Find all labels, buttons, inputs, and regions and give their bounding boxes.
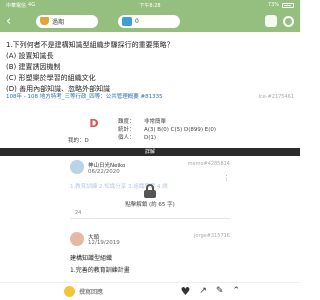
back-icon[interactable]: ‹ [6,15,16,28]
gear-icon[interactable] [283,15,294,27]
difficulty-value: 非常簡單 [144,119,167,125]
bottom-bar: 撰寫回應 ♥ ↗ ✎ ⌃ [0,282,300,300]
likes-count: 24 [75,210,82,216]
question-tags-link[interactable]: 108年 - 108 地方特考_三等行政_四等：公共管理概要 #81335 [6,94,226,101]
level-label: 過期 [52,18,65,26]
option-b[interactable]: (B) 建置誘因機制 [6,62,294,73]
status-bar: 中華電信 4G 下午8:28 73% [0,0,300,10]
gem-pill[interactable]: 0 [118,14,180,28]
avatar[interactable] [70,160,84,174]
gem-count: 0 [135,17,139,25]
clock: 下午8:28 [139,2,161,9]
emoji-icon[interactable] [64,286,75,297]
stats-panel: D 我的：D 難度： 非常簡單 統計： A(3) B(0) C(5) D(899) … [0,114,300,146]
level-pill[interactable]: 過期 [36,14,98,28]
my-answer: 我的：D [68,138,89,144]
personal-value: D(1) [144,135,157,141]
post-date: 12/19/2019 [88,240,120,246]
answer-line-2: 1.完善的教育訓練計畫 [70,267,130,274]
controller-icon[interactable] [265,15,277,27]
chevron-up-icon[interactable]: ⌃ [232,287,240,296]
post-username[interactable]: 神山日光Neiko [88,161,125,169]
question-id: Ice-#2175461 [258,94,294,100]
stats-key: 統計： [118,127,135,133]
nav-bar: ‹ 過期 0 [0,10,300,32]
battery-icon [282,2,294,8]
personal-key: 個人： [118,135,135,141]
difficulty-key: 難度： [118,119,135,125]
stats-value: A(3) B(0) C(5) D(899) E(0) [144,127,217,133]
answer-line-1: 建構知識型組織 [70,255,113,262]
avatar[interactable] [70,232,84,246]
post-divider [70,218,230,219]
stat-grid: 難度： 非常簡單 統計： A(3) B(0) C(5) D(899) E(0) 個人… [118,118,216,142]
post-id: memo#4285814 [187,161,230,167]
post-date: 06/22/2020 [88,169,120,175]
option-a[interactable]: (A) 設置知識長 [6,51,294,62]
unlock-button[interactable]: 點擊解鎖 (約 65 字) [0,200,300,208]
write-reply-button[interactable]: 撰寫回應 [79,287,103,296]
share-icon[interactable]: ↗ [199,287,207,296]
more-icon[interactable]: ⋮ [223,174,230,182]
explanation-section-bar: 詳解 [0,148,300,156]
grade-box: D [86,117,102,131]
trophy-icon [40,17,49,25]
post-id: jorge#315716 [194,233,230,239]
edit-icon[interactable]: ✎ [216,287,224,296]
question-block: 1.下列何者不是建構知識型組織步驟採行的重要策略？ (A) 設置知識長 (B) … [6,40,294,95]
question-title: 1.下列何者不是建構知識型組織步驟採行的重要策略？ [6,41,174,49]
option-c[interactable]: (C) 形塑樂於學習的組織文化 [6,73,294,84]
lock-icon[interactable] [144,184,156,198]
diamond-icon [122,16,132,26]
heart-icon[interactable]: ♥ [180,286,190,297]
